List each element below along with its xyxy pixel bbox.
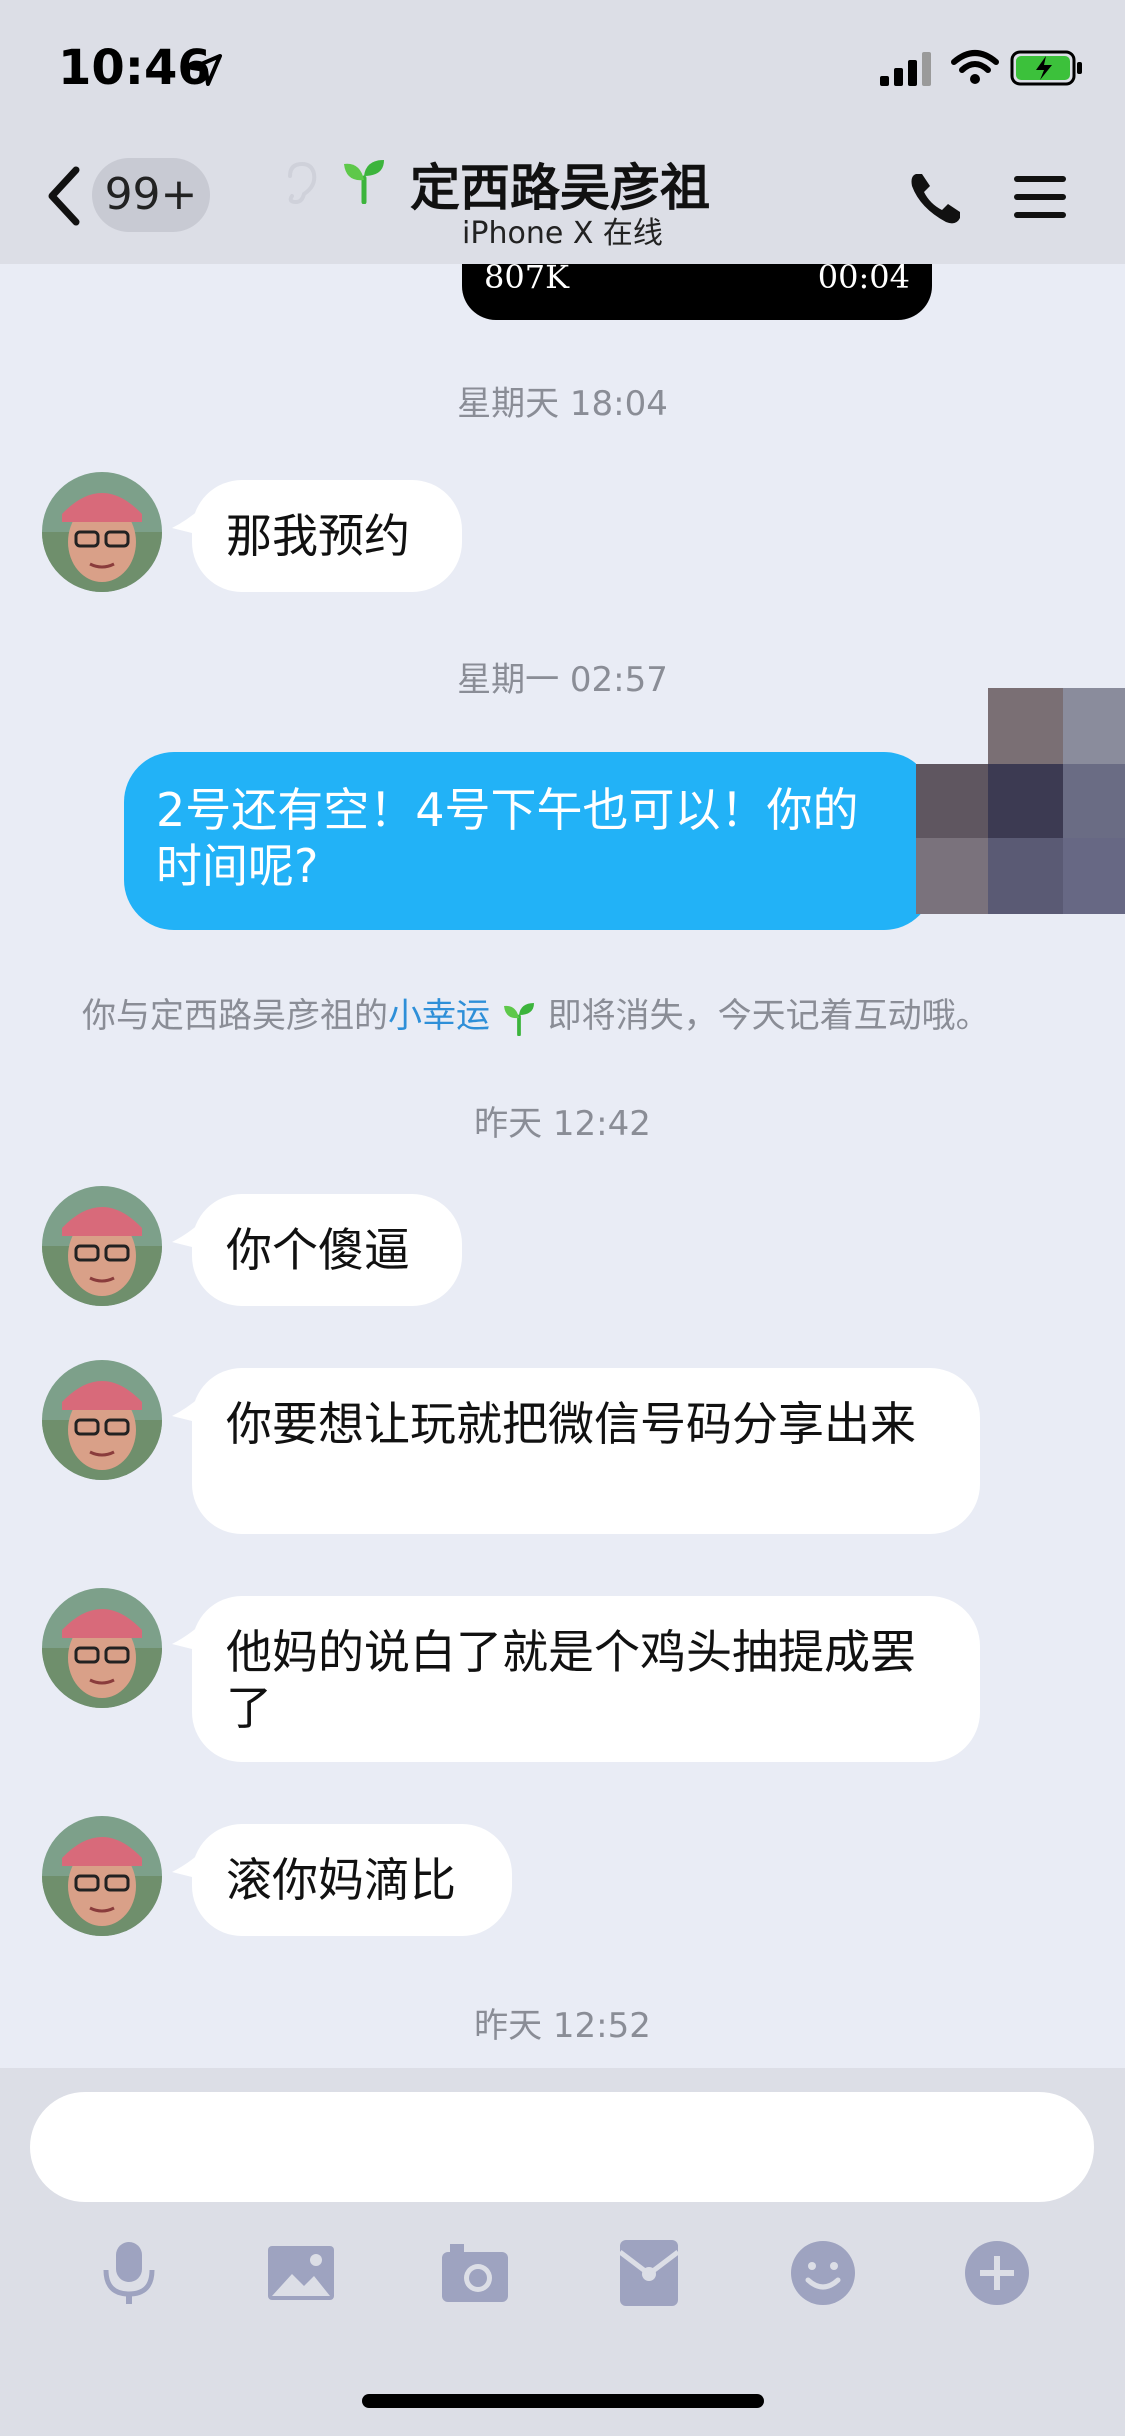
image-icon[interactable] bbox=[266, 2238, 336, 2308]
input-area bbox=[0, 2068, 1125, 2436]
contact-avatar[interactable] bbox=[42, 1816, 162, 1936]
avatar-image bbox=[42, 1186, 162, 1306]
contact-avatar[interactable] bbox=[42, 1360, 162, 1480]
wifi-icon bbox=[951, 50, 999, 84]
avatar-image bbox=[42, 1816, 162, 1936]
timestamp: 星期天 18:04 bbox=[457, 384, 668, 424]
contact-avatar[interactable] bbox=[42, 472, 162, 592]
top-bar: 10:46 99+ 定西路吴彦祖 iPhone X 在线 bbox=[0, 0, 1125, 264]
plus-icon[interactable] bbox=[962, 2238, 1032, 2308]
my-message-bubble[interactable]: 2号还有空！4号下午也可以！你的时间呢? bbox=[124, 752, 934, 930]
avatar-image bbox=[42, 1588, 162, 1708]
camera-icon[interactable] bbox=[440, 2238, 510, 2308]
message-bubble[interactable]: 你要想让玩就把微信号码分享出来 bbox=[192, 1368, 980, 1534]
timestamp: 昨天 12:52 bbox=[474, 2006, 651, 2046]
message-bubble[interactable]: 他妈的说白了就是个鸡头抽提成罢了 bbox=[192, 1596, 980, 1762]
location-arrow-icon bbox=[190, 54, 222, 86]
avatar-image bbox=[42, 1360, 162, 1480]
sprout-icon bbox=[503, 1002, 534, 1036]
phone-icon[interactable] bbox=[906, 168, 966, 228]
home-indicator[interactable] bbox=[362, 2394, 764, 2408]
message-bubble[interactable]: 滚你妈滴比 bbox=[192, 1824, 512, 1936]
notice-prefix: 你与定西路吴彦祖的 bbox=[82, 996, 388, 1036]
avatar-image bbox=[42, 472, 162, 592]
contact-avatar[interactable] bbox=[42, 1588, 162, 1708]
message-bubble[interactable]: 你个傻逼 bbox=[192, 1194, 462, 1306]
timestamp: 昨天 12:42 bbox=[474, 1104, 651, 1144]
system-notice: 你与定西路吴彦祖的小幸运 即将消失，今天记着互动哦。 bbox=[82, 988, 990, 1037]
lucky-link[interactable]: 小幸运 bbox=[388, 996, 490, 1036]
contact-avatar[interactable] bbox=[42, 1186, 162, 1306]
message-input[interactable] bbox=[30, 2092, 1094, 2202]
message-bubble[interactable]: 那我预约 bbox=[192, 480, 462, 592]
menu-icon[interactable] bbox=[1012, 172, 1068, 222]
my-avatar-pixelated[interactable] bbox=[916, 688, 1125, 914]
signal-icon bbox=[880, 52, 931, 86]
emoji-icon[interactable] bbox=[788, 2238, 858, 2308]
microphone-icon[interactable] bbox=[94, 2238, 164, 2308]
notice-suffix: 即将消失，今天记着互动哦。 bbox=[547, 996, 990, 1036]
battery-charging-icon bbox=[1010, 50, 1082, 86]
sprout-icon bbox=[344, 160, 384, 204]
ear-icon bbox=[288, 161, 317, 205]
red-packet-icon[interactable] bbox=[614, 2238, 684, 2308]
